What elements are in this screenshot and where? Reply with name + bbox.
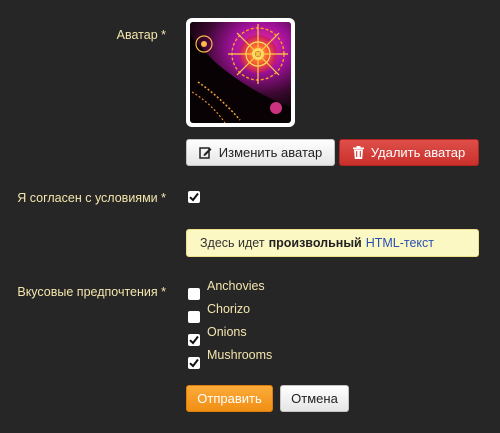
cancel-button[interactable]: Отмена — [280, 385, 349, 412]
cancel-label: Отмена — [291, 391, 338, 406]
checkbox-onions[interactable] — [188, 334, 200, 346]
mandala-artwork — [190, 22, 291, 123]
notice-prefix: Здесь идет — [200, 236, 265, 250]
delete-avatar-button[interactable]: Удалить аватар — [339, 139, 479, 166]
change-avatar-button[interactable]: Изменить аватар — [186, 139, 335, 166]
option-label-onions[interactable]: Onions — [207, 325, 247, 339]
notice-suffix: HTML-текст — [365, 236, 434, 250]
checkmark-icon — [189, 192, 199, 202]
delete-avatar-label: Удалить аватар — [370, 145, 466, 160]
preferences-label: Вкусовые предпочтения * — [17, 285, 166, 299]
custom-html-notice: Здесь идет произвольный HTML-текст — [186, 229, 479, 257]
avatar-label: Аватар * — [116, 28, 166, 42]
trash-icon — [352, 146, 364, 159]
option-label-anchovies[interactable]: Anchovies — [207, 279, 265, 293]
change-avatar-label: Изменить аватар — [218, 145, 323, 160]
notice-bold: произвольный — [268, 236, 362, 250]
submit-label: Отправить — [197, 391, 262, 406]
option-label-chorizo[interactable]: Chorizo — [207, 302, 250, 316]
checkbox-anchovies[interactable] — [188, 288, 200, 300]
terms-label: Я согласен с условиями * — [17, 191, 166, 205]
checkbox-chorizo[interactable] — [188, 311, 200, 323]
checkmark-icon — [189, 335, 199, 345]
option-label-mushrooms[interactable]: Mushrooms — [207, 348, 272, 362]
submit-button[interactable]: Отправить — [186, 385, 273, 412]
checkmark-icon — [189, 358, 199, 368]
checkbox-mushrooms[interactable] — [188, 357, 200, 369]
edit-icon — [199, 146, 212, 159]
terms-checkbox[interactable] — [188, 191, 200, 203]
avatar-image — [186, 18, 295, 127]
